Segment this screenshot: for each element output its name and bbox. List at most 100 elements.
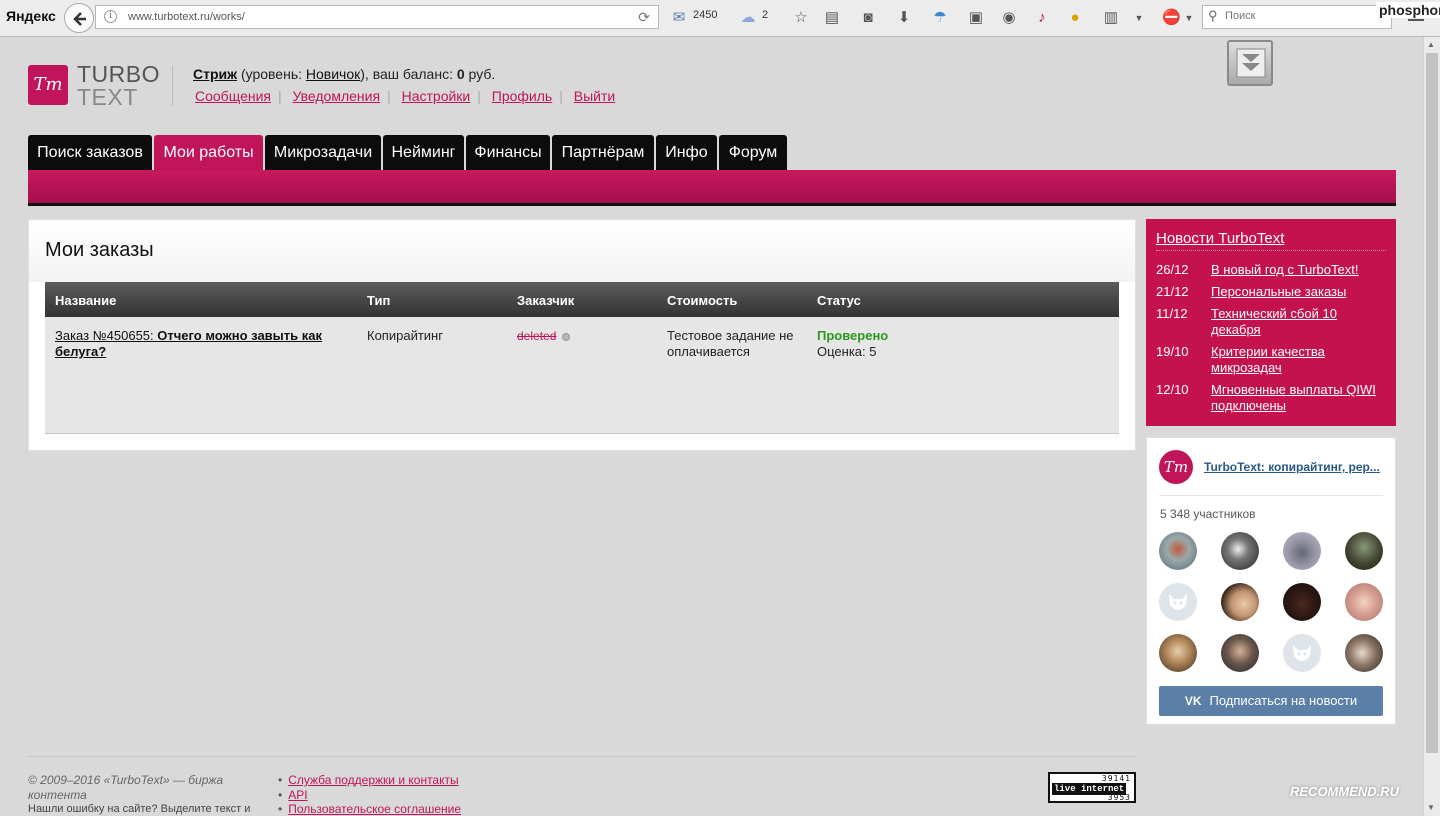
tab-my-works[interactable]: Мои работы	[154, 135, 263, 170]
extension-icon[interactable]: ▣	[967, 9, 985, 27]
color-extension-icon[interactable]: ●	[1066, 9, 1084, 27]
user-nav: Сообщения | Уведомления | Настройки | Профи…	[195, 88, 616, 104]
notes-icon[interactable]: ▥	[1102, 9, 1120, 27]
logout-link[interactable]: Выйти	[574, 88, 615, 104]
reload-icon[interactable]: ⟳	[638, 9, 650, 26]
support-link[interactable]: Служба поддержки и контакты	[288, 773, 458, 787]
news-link[interactable]: Персональные заказы	[1211, 284, 1381, 300]
order-rating: Оценка: 5	[817, 344, 877, 359]
pocket-icon[interactable]: ◙	[859, 9, 877, 27]
scroll-down-widget[interactable]	[1227, 40, 1273, 86]
column-status[interactable]: Статус	[817, 293, 861, 308]
avatar[interactable]	[1345, 532, 1383, 570]
tab-forum[interactable]: Форум	[719, 135, 787, 170]
notifications-link[interactable]: Уведомления	[293, 88, 381, 104]
news-date: 11/12	[1156, 306, 1188, 321]
yandex-brand: Яндекс	[6, 8, 56, 24]
customer-deleted: deleted	[517, 329, 557, 343]
back-button[interactable]	[64, 3, 94, 33]
copyright: © 2009–2016 «TurboText» — биржа контента	[28, 773, 224, 802]
news-link[interactable]: Критерии качества микрозадач	[1211, 344, 1381, 376]
browser-toolbar: Яндекс i www.turbotext.ru/works/ ⟳ ✉ 245…	[0, 0, 1440, 37]
messages-link[interactable]: Сообщения	[195, 88, 271, 104]
info-icon[interactable]: i	[104, 10, 117, 23]
nav-subbar	[28, 170, 1396, 206]
error-report-hint: Нашли ошибку на сайте? Выделите текст и	[28, 803, 251, 815]
scroll-down-icon[interactable]: ▼	[1427, 803, 1435, 812]
browser-search[interactable]: ⚲	[1202, 5, 1392, 29]
avatar[interactable]	[1345, 634, 1383, 672]
news-link[interactable]: Мгновенные выплаты QIWI подключены	[1211, 382, 1381, 414]
news-link[interactable]: В новый год с TurboText!	[1211, 262, 1381, 278]
cloud-icon[interactable]: ☁	[739, 9, 757, 27]
vk-subscribe-button[interactable]: VK Подписаться на новости	[1159, 686, 1383, 716]
avatar[interactable]	[1221, 532, 1259, 570]
address-bar[interactable]: i www.turbotext.ru/works/ ⟳	[95, 5, 659, 29]
avatar[interactable]	[1283, 583, 1321, 621]
scrollbar-thumb[interactable]	[1426, 53, 1438, 753]
liveinternet-counter[interactable]: 39141 live internet 3953	[1048, 772, 1136, 803]
adblock-icon[interactable]: ⛔	[1162, 9, 1181, 27]
table-row: Заказ №450655: Отчего можно завыть как б…	[45, 317, 1119, 434]
column-name[interactable]: Название	[55, 293, 116, 308]
page-scrollbar[interactable]: ▲ ▼	[1423, 37, 1440, 816]
sound-icon[interactable]: ♪	[1033, 9, 1051, 27]
news-date: 21/12	[1156, 284, 1189, 299]
terms-link[interactable]: Пользовательское соглашение	[288, 802, 461, 816]
tab-info[interactable]: Инфо	[656, 135, 717, 170]
column-cost[interactable]: Стоимость	[667, 293, 737, 308]
download-icon[interactable]: ⬇	[895, 9, 913, 27]
avatar[interactable]	[1159, 634, 1197, 672]
vk-widget: Тт TurboText: копирайтинг, реp... 5 348 …	[1146, 437, 1396, 725]
adblock-dropdown-icon[interactable]: ▼	[1180, 9, 1198, 27]
column-customer[interactable]: Заказчик	[517, 293, 574, 308]
news-date: 26/12	[1156, 262, 1189, 277]
vk-icon: VK	[1184, 694, 1202, 708]
avatar[interactable]	[1345, 583, 1383, 621]
vk-group-avatar[interactable]: Тт	[1159, 450, 1193, 484]
avatar[interactable]	[1221, 583, 1259, 621]
settings-link[interactable]: Настройки	[402, 88, 471, 104]
tab-partners[interactable]: Партнёрам	[552, 135, 654, 170]
api-link[interactable]: API	[288, 788, 307, 802]
avatar[interactable]	[1283, 634, 1321, 672]
screenshot-icon[interactable]: ◉	[1000, 9, 1018, 27]
username-link[interactable]: Стриж	[193, 66, 237, 82]
vk-group-name[interactable]: TurboText: копирайтинг, реp...	[1204, 460, 1380, 474]
status-badge: Проверено	[817, 328, 889, 343]
column-type[interactable]: Тип	[367, 293, 390, 308]
back-arrow-icon	[73, 12, 86, 26]
bookmark-star-icon[interactable]: ☆	[792, 9, 810, 27]
dropdown-icon[interactable]: ▼	[1130, 9, 1148, 27]
tab-order-search[interactable]: Поиск заказов	[28, 135, 152, 170]
counter-top: 39141	[1101, 774, 1131, 783]
mail-icon[interactable]: ✉	[670, 9, 688, 27]
news-link[interactable]: Технический сбой 10 декабря	[1211, 306, 1381, 338]
tab-finance[interactable]: Финансы	[466, 135, 550, 170]
avatar[interactable]	[1159, 532, 1197, 570]
tab-naming[interactable]: Нейминг	[383, 135, 464, 170]
avatar[interactable]	[1159, 583, 1197, 621]
avatar[interactable]	[1221, 634, 1259, 672]
news-panel: Новости TurboText 26/12 В новый год с Tu…	[1146, 219, 1396, 426]
scroll-up-icon[interactable]: ▲	[1427, 40, 1435, 49]
news-title-link[interactable]: Новости TurboText	[1156, 230, 1284, 247]
user-level-link[interactable]: Новичок	[306, 66, 360, 82]
news-date: 12/10	[1156, 382, 1189, 397]
user-info: Стриж (уровень: Новичок), ваш баланс: 0 …	[193, 66, 496, 82]
weather-icon[interactable]: ☂	[931, 9, 949, 27]
order-link[interactable]: Заказ №450655: Отчего можно завыть как б…	[55, 328, 322, 359]
logo-mark: Тт	[28, 65, 68, 105]
search-icon: ⚲	[1208, 8, 1218, 23]
browser-search-input[interactable]	[1225, 10, 1385, 22]
avatar[interactable]	[1283, 532, 1321, 570]
order-status-cell: Проверено Оценка: 5	[817, 328, 888, 360]
clipboard-icon[interactable]: ▤	[823, 9, 841, 27]
double-chevron-down-icon	[1236, 48, 1266, 78]
profile-link[interactable]: Профиль	[492, 88, 552, 104]
tab-microtasks[interactable]: Микрозадачи	[265, 135, 381, 170]
cloud-count: 2	[762, 9, 769, 21]
logo-text-line1: TURBO	[77, 61, 160, 87]
mail-count: 2450	[693, 9, 718, 21]
offline-status-icon	[562, 332, 571, 341]
